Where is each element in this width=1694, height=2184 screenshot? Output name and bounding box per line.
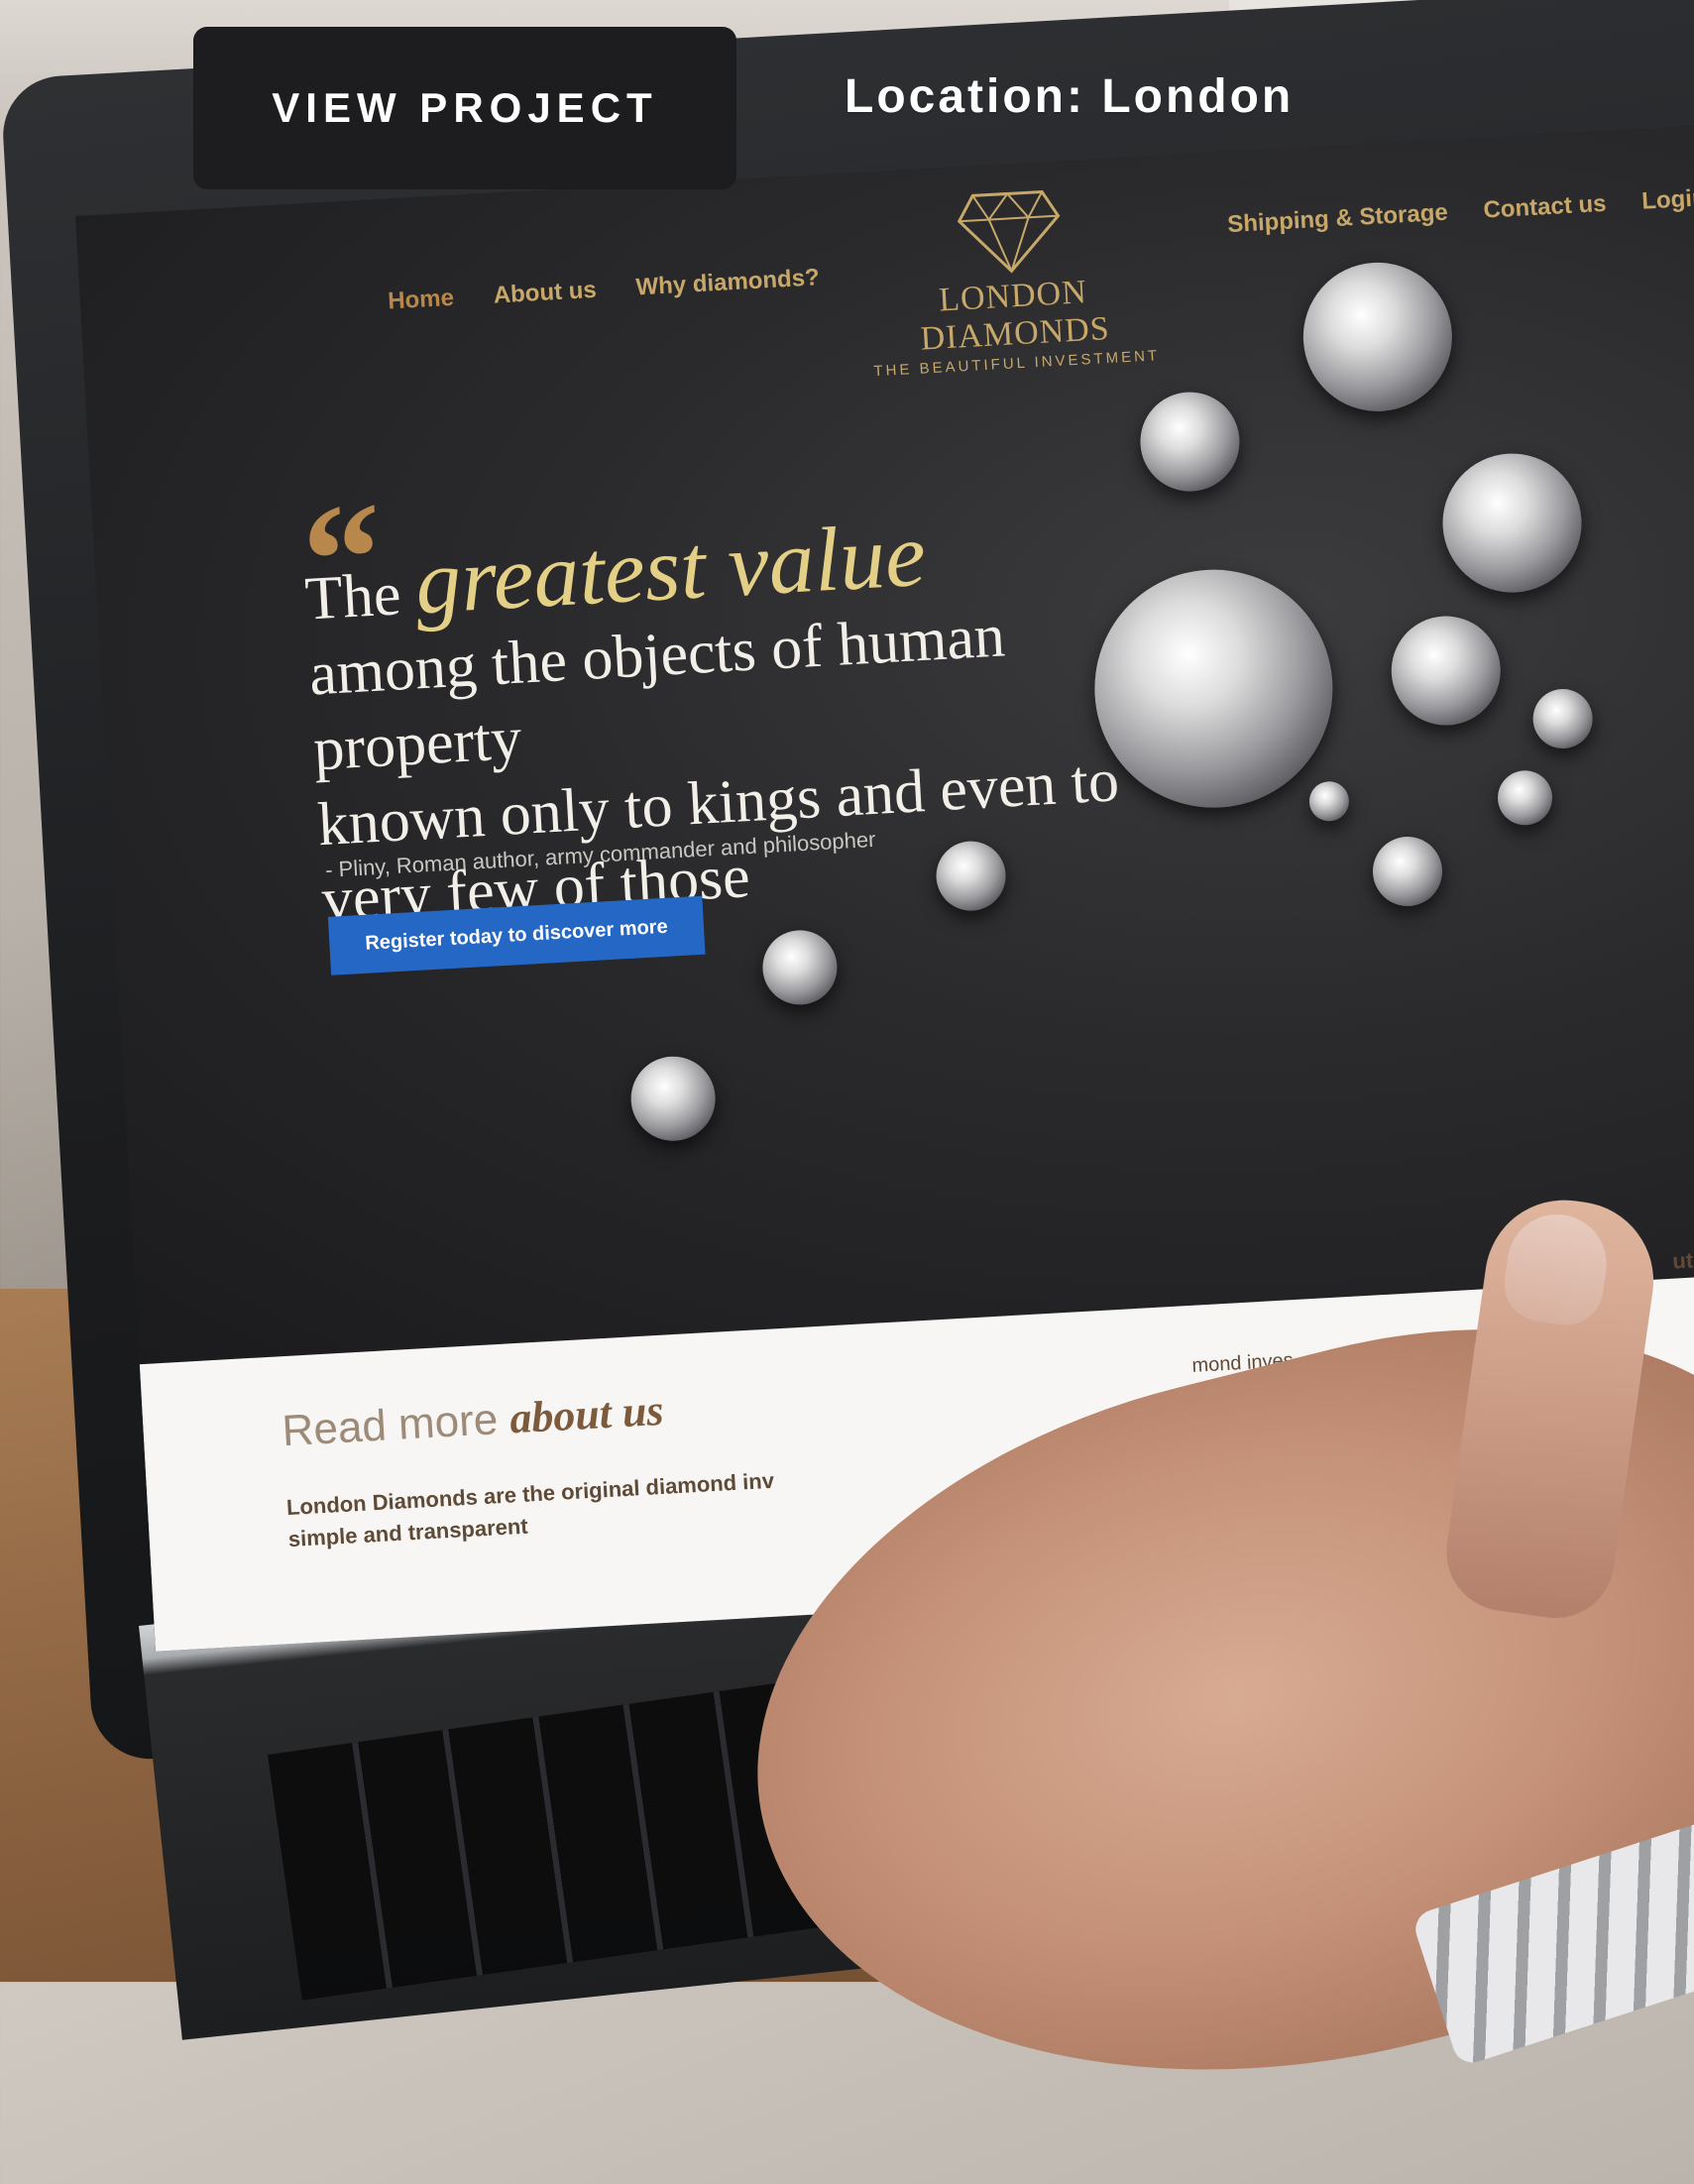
nav-left: Home About us Why diamonds? <box>388 264 821 315</box>
hero-section: Home About us Why diamonds? LONDON DIAMO… <box>75 122 1694 1365</box>
diamond-image <box>628 1054 718 1144</box>
diamond-image <box>1438 449 1586 597</box>
view-project-button[interactable]: VIEW PROJECT <box>193 27 736 189</box>
diamond-image <box>1299 258 1456 415</box>
diamond-image <box>760 928 840 1007</box>
headline-line2: among the objects of human property <box>307 602 1007 784</box>
nav-right: Shipping & Storage Contact us Login <box>1227 184 1694 239</box>
headline-lead: The <box>303 560 403 633</box>
diamond-image <box>1496 768 1554 827</box>
diamond-image <box>1371 835 1444 908</box>
site-logo[interactable]: LONDON DIAMONDS THE BEAUTIFUL INVESTMENT <box>858 175 1166 380</box>
diamond-logo-icon <box>957 189 1061 275</box>
diamond-image <box>1388 613 1504 729</box>
nav-login[interactable]: Login <box>1641 184 1694 216</box>
logo-name: LONDON DIAMONDS <box>919 274 1111 358</box>
nav-contact-us[interactable]: Contact us <box>1483 190 1607 225</box>
about-heading-accent: about us <box>508 1385 665 1443</box>
nav-home[interactable]: Home <box>388 285 455 316</box>
location-label: Location: London <box>845 70 1295 123</box>
diamond-image <box>1307 780 1351 823</box>
nav-shipping-storage[interactable]: Shipping & Storage <box>1227 199 1449 239</box>
diamond-image <box>1531 687 1595 750</box>
nav-about-us[interactable]: About us <box>493 277 597 310</box>
nav-why-diamonds[interactable]: Why diamonds? <box>635 264 821 301</box>
about-fragment-right: ut get <box>1671 1245 1694 1274</box>
diamond-image <box>1137 389 1243 495</box>
